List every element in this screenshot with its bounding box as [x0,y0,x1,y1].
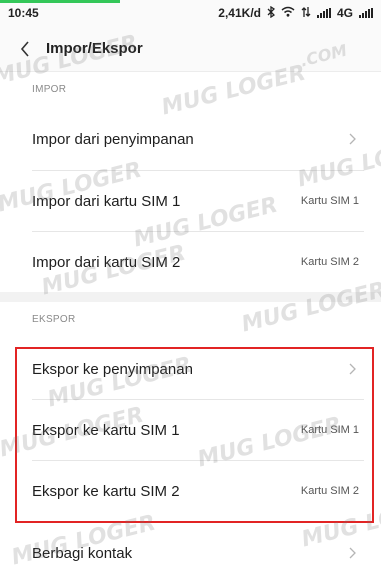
network-speed: 2,41K/d [218,6,261,20]
row-impor-penyimpanan[interactable]: Impor dari penyimpanan [0,109,381,169]
row-label: Ekspor ke kartu SIM 2 [32,482,180,500]
app-header: Impor/Ekspor [0,26,381,72]
status-icons: 2,41K/d 4G [218,5,373,21]
chevron-right-icon [349,546,359,560]
top-progress-line [0,0,120,3]
wifi-icon [281,6,295,20]
row-ekspor-sim2[interactable]: Ekspor ke kartu SIM 2 Kartu SIM 2 [0,461,381,521]
row-value: Kartu SIM 1 [300,195,359,207]
network-type: 4G [336,6,353,20]
chevron-right-icon [349,362,359,376]
status-bar: 10:45 2,41K/d 4G [0,0,381,26]
signal-icon-2 [359,8,373,18]
row-label: Impor dari kartu SIM 2 [32,253,181,271]
back-chevron-icon [20,40,29,57]
row-label: Ekspor ke kartu SIM 1 [32,421,180,439]
chevron-right-icon [349,132,359,146]
row-impor-sim2[interactable]: Impor dari kartu SIM 2 Kartu SIM 2 [0,232,381,292]
status-time: 10:45 [8,6,39,20]
section-label-ekspor: EKSPOR [32,314,76,325]
signal-icon-1 [316,8,331,18]
row-value: Kartu SIM 1 [300,424,359,436]
row-label: Berbagi kontak [32,544,133,562]
row-label: Impor dari kartu SIM 1 [32,192,181,210]
bluetooth-icon [267,5,276,21]
row-berbagi-kontak[interactable]: Berbagi kontak [0,523,381,573]
row-value: Kartu SIM 2 [300,485,359,497]
back-button[interactable] [14,34,36,64]
row-label: Ekspor ke penyimpanan [32,360,193,378]
section-separator [0,292,381,302]
section-label-impor: IMPOR [32,84,67,95]
row-label: Impor dari penyimpanan [32,130,194,148]
page-title: Impor/Ekspor [46,40,143,57]
data-transfer-icon [301,6,311,21]
row-impor-sim1[interactable]: Impor dari kartu SIM 1 Kartu SIM 1 [0,171,381,231]
row-value: Kartu SIM 2 [300,256,359,268]
screen: 10:45 2,41K/d 4G Impor/Ekspor IMPOR Impo… [0,0,381,573]
row-ekspor-sim1[interactable]: Ekspor ke kartu SIM 1 Kartu SIM 1 [0,400,381,460]
row-ekspor-penyimpanan[interactable]: Ekspor ke penyimpanan [0,339,381,399]
